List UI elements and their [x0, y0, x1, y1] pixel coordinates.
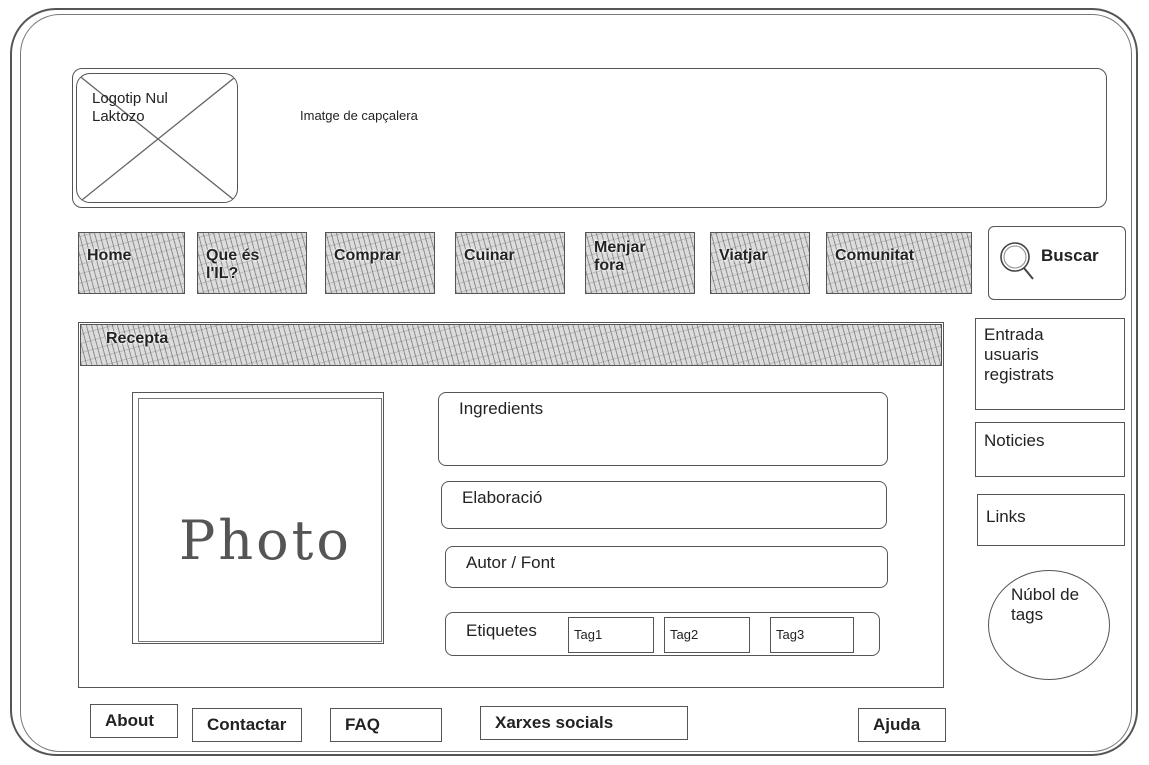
nav-item-menjar-fora[interactable]: Menjar fora: [585, 232, 695, 294]
author-source-box[interactable]: Autor / Font: [445, 546, 888, 588]
tag-cloud[interactable]: Núbol de tags: [988, 570, 1110, 680]
recipe-panel-header: [80, 324, 942, 366]
tags-label: Etiquetes: [466, 621, 537, 640]
links-box[interactable]: Links: [977, 494, 1125, 546]
elaboration-label: Elaboració: [462, 488, 543, 507]
tag-chip[interactable]: Tag1: [568, 617, 654, 653]
search-button[interactable]: Buscar: [988, 226, 1126, 300]
news-box[interactable]: Noticies: [975, 422, 1125, 477]
header-caption: Imatge de capçalera: [300, 108, 418, 123]
search-label: Buscar: [1041, 246, 1099, 265]
nav-item-home[interactable]: Home: [78, 232, 185, 294]
help-link[interactable]: Ajuda: [858, 708, 946, 742]
nav-item-viatjar[interactable]: Viatjar: [710, 232, 810, 294]
contact-link[interactable]: Contactar: [192, 708, 302, 742]
recipe-photo-frame: Photo: [138, 398, 382, 642]
registered-users-login[interactable]: Entrada usuaris registrats: [975, 318, 1125, 410]
logo-label: Logotip Nul Laktozo: [92, 90, 168, 125]
recipe-title: Recepta: [106, 330, 169, 347]
logo[interactable]: Logotip Nul Laktozo: [76, 73, 238, 203]
nav-item-cuinar[interactable]: Cuinar: [455, 232, 565, 294]
tag-cloud-label: Núbol de tags: [1011, 585, 1080, 624]
tag-chip[interactable]: Tag3: [770, 617, 854, 653]
faq-link[interactable]: FAQ: [330, 708, 442, 742]
photo-label: Photo: [179, 509, 352, 572]
author-source-label: Autor / Font: [466, 553, 555, 572]
ingredients-box[interactable]: Ingredients: [438, 392, 888, 466]
nav-item-comunitat[interactable]: Comunitat: [826, 232, 972, 294]
elaboration-box[interactable]: Elaboració: [441, 481, 887, 529]
nav-item-que-es-il[interactable]: Que és l'IL?: [197, 232, 307, 294]
magnifier-icon: [1000, 242, 1034, 280]
nav-item-comprar[interactable]: Comprar: [325, 232, 435, 294]
social-networks-link[interactable]: Xarxes socials: [480, 706, 688, 740]
ingredients-label: Ingredients: [459, 399, 544, 418]
about-link[interactable]: About: [90, 704, 178, 738]
tag-chip[interactable]: Tag2: [664, 617, 750, 653]
